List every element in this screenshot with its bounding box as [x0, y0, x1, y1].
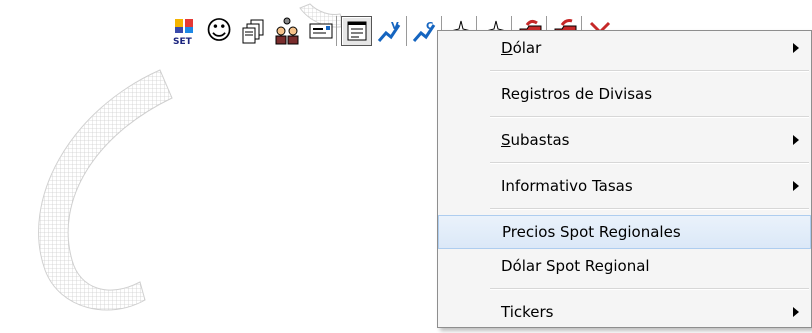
chart-c-icon: C	[412, 21, 436, 42]
menu-separator	[490, 116, 809, 118]
submenu-arrow-icon	[793, 43, 799, 53]
chart-v-button[interactable]: V	[376, 16, 407, 46]
menu-item-precios-spot-regionales[interactable]: Precios Spot Regionales	[438, 215, 811, 249]
dropdown-menu: Dólar Registros de Divisas Subastas Info…	[437, 30, 812, 328]
menu-item-dolar-spot-regional[interactable]: Dólar Spot Regional	[438, 249, 811, 283]
documents-stack-button[interactable]	[238, 16, 268, 46]
users-network-button[interactable]	[272, 16, 302, 46]
set-logo-icon: SET	[173, 19, 193, 45]
chart-v-letter: V	[391, 21, 399, 32]
menu-item-label: Precios Spot Regionales	[502, 223, 681, 241]
menu-separator	[490, 70, 809, 72]
menu-separator	[490, 288, 809, 290]
submenu-arrow-icon	[793, 181, 799, 191]
window-list-icon	[347, 21, 366, 41]
message-card-button[interactable]	[306, 16, 337, 46]
menu-item-label: Dólar Spot Regional	[501, 257, 650, 275]
set-logo-text: SET	[173, 37, 193, 45]
chart-v-icon: V	[377, 21, 401, 42]
smiley-button[interactable]: ☺	[204, 16, 234, 46]
menu-separator	[490, 162, 809, 164]
smiley-icon: ☺	[205, 16, 233, 46]
menu-item-label: Tickers	[501, 303, 554, 321]
window-list-button[interactable]	[341, 16, 372, 46]
menu-item-informativo-tasas[interactable]: Informativo Tasas	[438, 169, 811, 203]
menu-item-label: Dólar	[501, 39, 542, 57]
submenu-arrow-icon	[793, 135, 799, 145]
menu-item-subastas[interactable]: Subastas	[438, 123, 811, 157]
menu-item-label: Informativo Tasas	[501, 177, 633, 195]
submenu-arrow-icon	[793, 307, 799, 317]
menu-separator	[490, 208, 809, 210]
menu-item-tickers[interactable]: Tickers	[438, 295, 811, 329]
set-logo-button[interactable]: SET	[170, 16, 200, 46]
message-card-icon	[309, 23, 333, 39]
menu-item-registros-de-divisas[interactable]: Registros de Divisas	[438, 77, 811, 111]
menu-item-dolar[interactable]: Dólar	[438, 31, 811, 65]
menu-item-label: Subastas	[501, 131, 570, 149]
documents-stack-icon	[242, 19, 264, 44]
menu-item-label: Registros de Divisas	[501, 85, 653, 103]
users-network-icon	[275, 17, 299, 45]
chart-c-letter: C	[426, 21, 433, 32]
